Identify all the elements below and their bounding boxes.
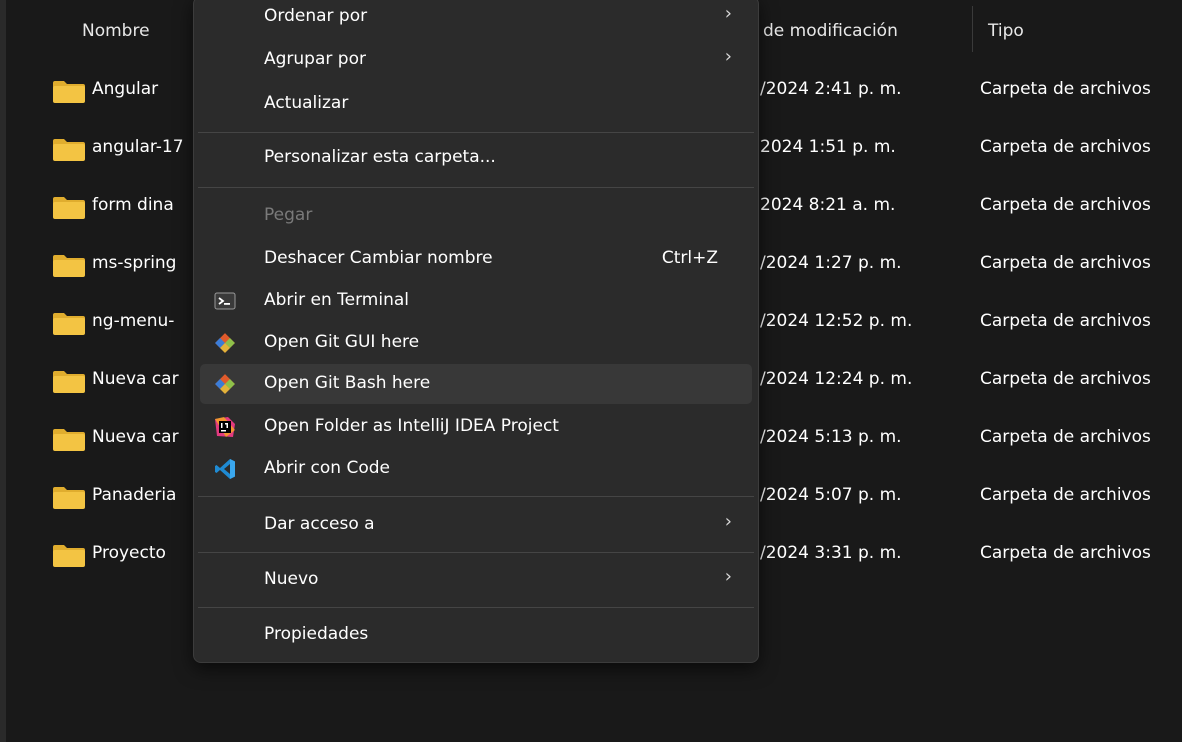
file-name: Nueva car [92,427,179,447]
menu-item-label: Pegar [264,205,313,225]
column-type-header[interactable]: Tipo [988,21,1024,41]
menu-item-refresh[interactable]: Actualizar [194,84,758,124]
folder-icon [52,196,86,220]
menu-separator [198,552,754,553]
vscode-icon [214,458,236,480]
menu-separator [198,607,754,608]
chevron-right-icon: › [724,511,732,532]
file-name: ng-menu- [92,311,175,331]
menu-item-label: Open Git Bash here [264,373,431,393]
menu-item-label: Personalizar esta carpeta... [264,147,496,167]
git-icon [214,332,236,354]
file-modified-date: /2024 5:13 p. m. [760,427,902,447]
menu-separator [198,187,754,188]
file-name: angular-17 [92,137,184,157]
menu-item-label: Open Folder as IntelliJ IDEA Project [264,416,559,436]
menu-item-git-gui[interactable]: Open Git GUI here [194,323,758,363]
file-name: Nueva car [92,369,179,389]
folder-icon [52,428,86,452]
folder-icon [52,370,86,394]
menu-separator [198,496,754,497]
file-type: Carpeta de archivos [980,543,1151,563]
menu-item-customize-folder[interactable]: Personalizar esta carpeta... [194,138,758,178]
file-modified-date: 2024 8:21 a. m. [760,195,896,215]
file-type: Carpeta de archivos [980,79,1151,99]
file-modified-date: /2024 2:41 p. m. [760,79,902,99]
menu-item-label: Actualizar [264,93,349,113]
folder-icon [52,254,86,278]
file-modified-date: /2024 5:07 p. m. [760,485,902,505]
file-type: Carpeta de archivos [980,253,1151,273]
chevron-right-icon: › [724,3,732,24]
menu-item-label: Ordenar por [264,6,368,26]
menu-item-new[interactable]: Nuevo › [194,560,758,600]
menu-item-git-bash[interactable]: Open Git Bash here [200,364,752,404]
menu-item-label: Dar acceso a [264,514,375,534]
column-date-header[interactable]: de modificación [763,21,898,41]
menu-item-label: Abrir con Code [264,458,390,478]
menu-separator [198,132,754,133]
file-name: Proyecto [92,543,166,563]
menu-item-give-access[interactable]: Dar acceso a › [194,505,758,545]
file-name: ms-spring [92,253,177,273]
intellij-icon [214,416,236,438]
menu-item-label: Nuevo [264,569,319,589]
folder-icon [52,486,86,510]
file-type: Carpeta de archivos [980,485,1151,505]
column-name-header[interactable]: Nombre [82,21,150,41]
menu-item-intellij[interactable]: Open Folder as IntelliJ IDEA Project [194,407,758,447]
file-name: Panaderia [92,485,177,505]
file-modified-date: /2024 1:27 p. m. [760,253,902,273]
file-type: Carpeta de archivos [980,137,1151,157]
menu-item-paste: Pegar [194,196,758,236]
menu-item-open-terminal[interactable]: Abrir en Terminal [194,281,758,321]
file-modified-date: /2024 12:52 p. m. [760,311,913,331]
menu-item-open-with-code[interactable]: Abrir con Code [194,449,758,489]
file-name: form dina [92,195,174,215]
chevron-right-icon: › [724,46,732,67]
file-type: Carpeta de archivos [980,311,1151,331]
terminal-icon [214,290,236,312]
menu-item-undo-rename[interactable]: Deshacer Cambiar nombre Ctrl+Z [194,239,758,279]
chevron-right-icon: › [724,566,732,587]
file-name: Angular [92,79,159,99]
menu-item-label: Open Git GUI here [264,332,420,352]
file-modified-date: /2024 3:31 p. m. [760,543,902,563]
context-menu: Ordenar por › Agrupar por › Actualizar P… [193,0,759,663]
menu-item-label: Deshacer Cambiar nombre [264,248,493,268]
shortcut-label: Ctrl+Z [661,248,718,268]
folder-icon [52,312,86,336]
column-divider[interactable] [972,6,973,52]
file-modified-date: 2024 1:51 p. m. [760,137,896,157]
menu-item-group-by[interactable]: Agrupar por › [194,40,758,80]
folder-icon [52,138,86,162]
file-type: Carpeta de archivos [980,427,1151,447]
git-icon [214,373,236,395]
folder-icon [52,544,86,568]
folder-icon [52,80,86,104]
file-type: Carpeta de archivos [980,369,1151,389]
menu-item-sort-by[interactable]: Ordenar por › [194,0,758,37]
file-type: Carpeta de archivos [980,195,1151,215]
menu-item-label: Agrupar por [264,49,366,69]
menu-item-label: Abrir en Terminal [264,290,410,310]
menu-item-label: Propiedades [264,624,369,644]
menu-item-properties[interactable]: Propiedades [194,615,758,655]
file-modified-date: /2024 12:24 p. m. [760,369,913,389]
